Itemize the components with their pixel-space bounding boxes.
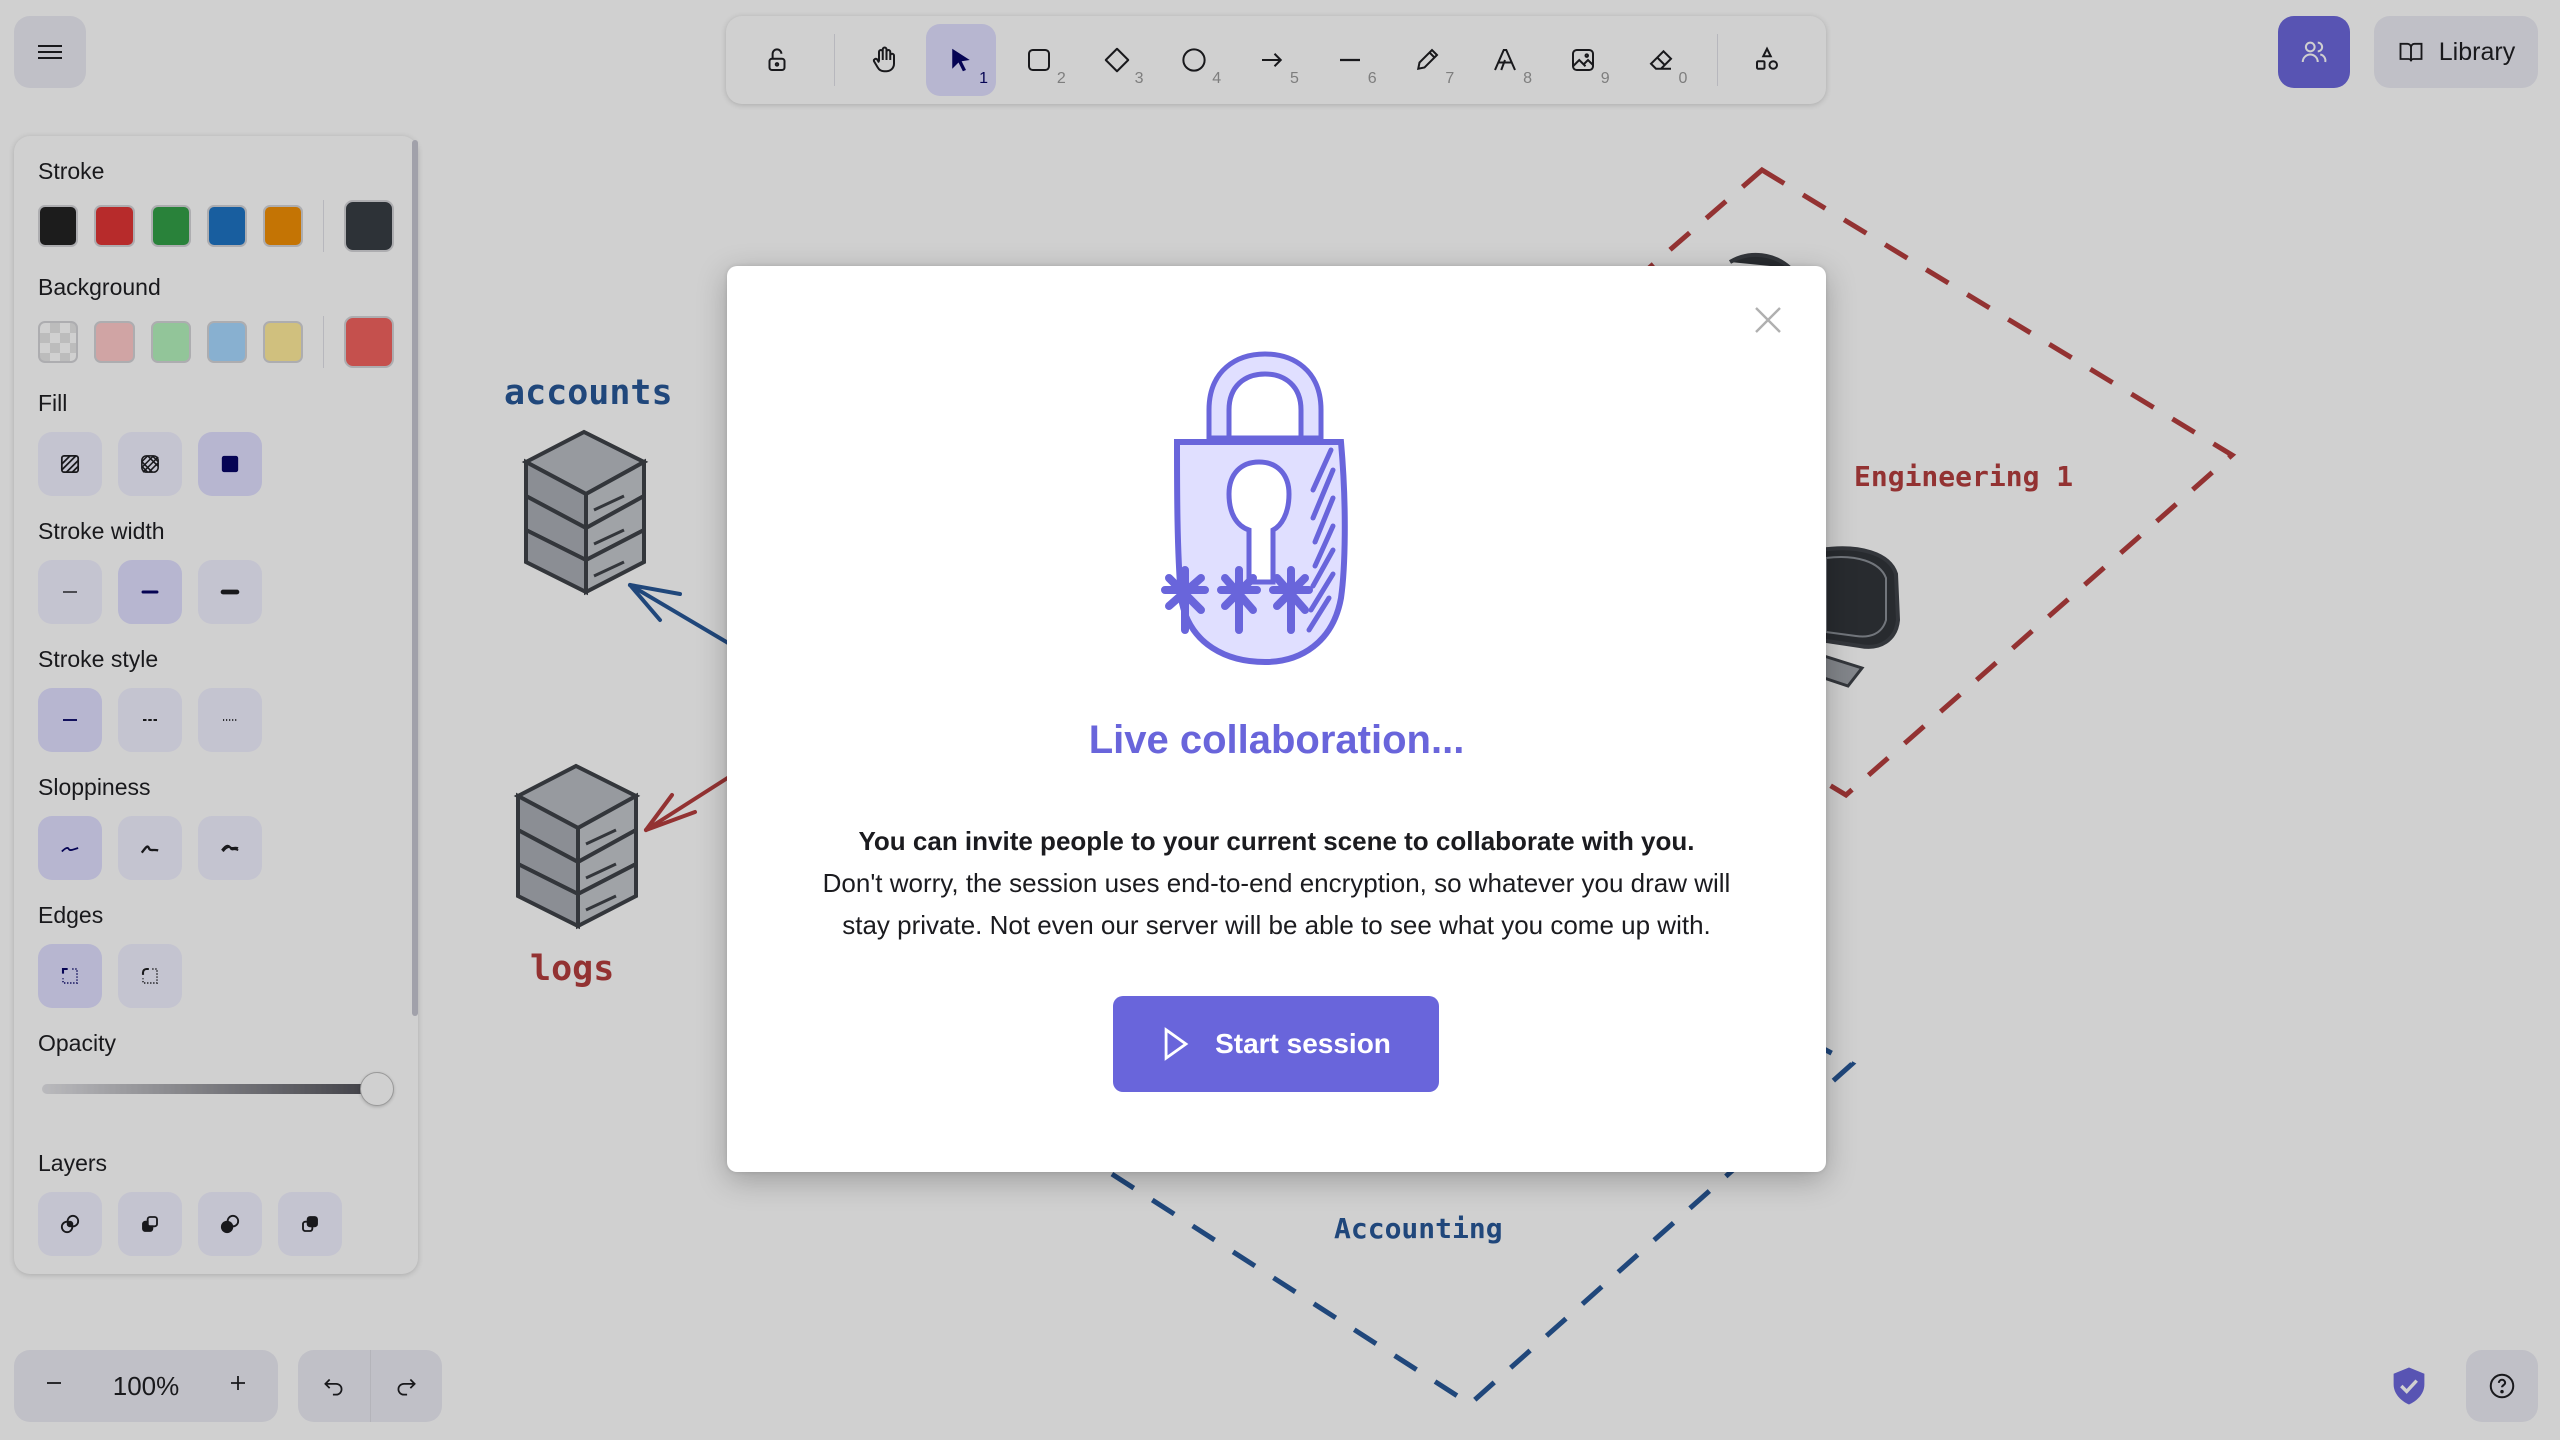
- dialog-description: You can invite people to your current sc…: [727, 820, 1826, 946]
- start-session-button[interactable]: Start session: [1113, 996, 1439, 1092]
- dialog-bold-line: You can invite people to your current sc…: [858, 826, 1695, 856]
- start-session-label: Start session: [1215, 1028, 1391, 1059]
- padlock-illustration: [1161, 351, 1348, 666]
- live-collaboration-dialog: Live collaboration... You can invite peo…: [727, 266, 1826, 1172]
- close-icon[interactable]: [1750, 302, 1786, 338]
- play-icon: [1164, 1027, 1189, 1061]
- dialog-body-text: Don't worry, the session uses end-to-end…: [822, 868, 1731, 940]
- dialog-title: Live collaboration...: [1088, 718, 1465, 762]
